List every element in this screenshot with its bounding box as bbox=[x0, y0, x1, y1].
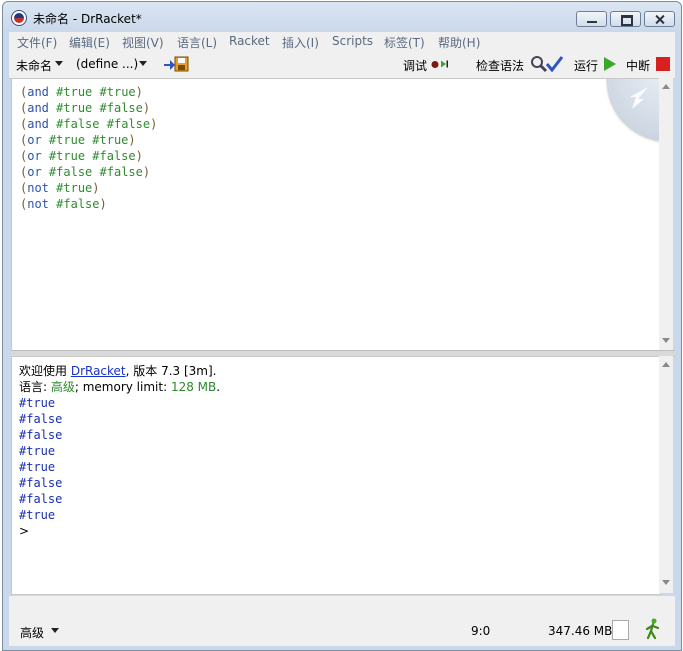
menu-bar: 文件(F) 编辑(E) 视图(V) 语言(L) Racket 插入(I) Scr… bbox=[9, 32, 675, 50]
result-line: #false bbox=[19, 412, 63, 426]
stop-icon[interactable] bbox=[654, 55, 672, 73]
status-bar: 高级 9:0 347.46 MB bbox=[9, 596, 675, 646]
arrow-icon bbox=[630, 87, 648, 109]
language-name: 高级 bbox=[50, 380, 75, 394]
code-line: (or #false #false) bbox=[20, 165, 151, 179]
menu-file[interactable]: 文件(F) bbox=[17, 34, 57, 51]
definitions-editor[interactable]: (and #true #true) (and #true #false) (an… bbox=[11, 78, 661, 352]
code-argument: #false bbox=[48, 165, 93, 179]
editor-scrollbar[interactable] bbox=[659, 78, 673, 350]
language-line: 语言: 高级; memory limit: 128 MB. bbox=[19, 380, 221, 394]
save-icon[interactable] bbox=[163, 56, 189, 72]
racket-logo-icon bbox=[11, 10, 27, 26]
code-argument: #false bbox=[106, 117, 151, 131]
scroll-up-icon[interactable] bbox=[662, 84, 670, 89]
result-line: #true bbox=[19, 396, 56, 410]
close-button[interactable] bbox=[644, 11, 675, 27]
menu-insert[interactable]: 插入(I) bbox=[282, 34, 319, 51]
run-button[interactable]: 运行 bbox=[574, 57, 598, 74]
play-icon[interactable] bbox=[601, 55, 619, 73]
interactions-pane[interactable]: 欢迎使用 DrRacket, 版本 7.3 [3m]. 语言: 高级; memo… bbox=[11, 356, 661, 595]
close-icon bbox=[645, 12, 674, 26]
check-syntax-button[interactable]: 检查语法 bbox=[476, 57, 524, 74]
menu-scripts[interactable]: Scripts bbox=[332, 34, 373, 48]
code-operator: not bbox=[27, 197, 49, 211]
scroll-down-icon[interactable] bbox=[662, 580, 670, 585]
code-argument: #false bbox=[99, 165, 143, 179]
result-line: #true bbox=[19, 460, 56, 474]
memory-limit-value: 128 MB bbox=[170, 380, 217, 394]
menu-help[interactable]: 帮助(H) bbox=[438, 34, 480, 51]
menu-edit[interactable]: 编辑(E) bbox=[69, 34, 110, 51]
result-line: #false bbox=[19, 428, 63, 442]
code-argument: #true bbox=[56, 181, 93, 195]
debug-icon[interactable] bbox=[431, 55, 449, 73]
code-operator: and bbox=[27, 101, 49, 115]
running-person-icon bbox=[645, 618, 660, 640]
menu-tabs[interactable]: 标签(T) bbox=[384, 34, 425, 51]
memory-usage[interactable]: 347.46 MB bbox=[548, 624, 612, 638]
minimize-button[interactable] bbox=[576, 11, 607, 27]
code-operator: and bbox=[27, 117, 49, 131]
gc-indicator bbox=[612, 620, 629, 640]
code-operator: or bbox=[27, 165, 42, 179]
code-operator: not bbox=[27, 181, 49, 195]
scroll-up-icon[interactable] bbox=[662, 362, 670, 367]
code-line: (or #true #false) bbox=[20, 149, 143, 163]
repl-prompt[interactable]: > bbox=[19, 523, 29, 539]
chevron-down-icon[interactable] bbox=[55, 61, 63, 66]
code-argument: #true bbox=[56, 101, 93, 115]
code-line: (and #false #false) bbox=[20, 117, 158, 131]
code-line: (or #true #true) bbox=[20, 133, 136, 147]
filename-menu[interactable]: 未命名 bbox=[16, 57, 52, 74]
code-operator: or bbox=[27, 133, 42, 147]
code-argument: #true bbox=[48, 149, 86, 163]
menu-language[interactable]: 语言(L) bbox=[177, 34, 217, 51]
result-line: #true bbox=[19, 444, 56, 458]
result-line: #false bbox=[19, 476, 63, 490]
drracket-link[interactable]: DrRacket bbox=[71, 364, 126, 378]
code-argument: #false bbox=[99, 101, 143, 115]
scroll-down-icon[interactable] bbox=[662, 338, 670, 343]
code-line: (and #true #true) bbox=[20, 85, 143, 99]
code-operator: or bbox=[27, 149, 42, 163]
repl-scrollbar[interactable] bbox=[659, 356, 673, 593]
title-bar[interactable]: 未命名 - DrRacket* bbox=[3, 2, 681, 32]
maximize-button[interactable] bbox=[610, 11, 641, 27]
maximize-icon bbox=[611, 12, 640, 26]
cursor-position: 9:0 bbox=[471, 624, 491, 638]
code-argument: #true bbox=[99, 85, 136, 99]
code-operator: and bbox=[27, 85, 49, 99]
code-line: (not #true) bbox=[20, 181, 100, 195]
window-title: 未命名 - DrRacket* bbox=[33, 12, 142, 26]
code-line: (and #true #false) bbox=[20, 101, 151, 115]
check-syntax-icon[interactable] bbox=[530, 55, 564, 73]
code-argument: #false bbox=[56, 197, 100, 211]
menu-racket[interactable]: Racket bbox=[229, 34, 270, 48]
code-argument: #true bbox=[48, 133, 86, 147]
code-argument: #false bbox=[56, 117, 100, 131]
code-argument: #false bbox=[92, 149, 136, 163]
code-argument: #true bbox=[56, 85, 93, 99]
chevron-down-icon[interactable] bbox=[139, 61, 147, 66]
code-argument: #true bbox=[92, 133, 129, 147]
drracket-window: 未命名 - DrRacket* 文件(F) 编辑(E) 视图(V) 语言(L) … bbox=[2, 1, 682, 651]
menu-view[interactable]: 视图(V) bbox=[122, 34, 164, 51]
language-selector[interactable]: 高级 bbox=[20, 624, 44, 641]
result-line: #true bbox=[19, 508, 56, 522]
toolbar: 未命名 (define ...) 调试 检查语法 运行 中断 bbox=[9, 50, 675, 79]
result-line: #false bbox=[19, 492, 63, 506]
debug-button[interactable]: 调试 bbox=[403, 57, 427, 74]
minimize-icon bbox=[577, 12, 606, 26]
stop-button[interactable]: 中断 bbox=[626, 57, 650, 74]
welcome-line: 欢迎使用 DrRacket, 版本 7.3 [3m]. bbox=[19, 364, 217, 378]
define-menu[interactable]: (define ...) bbox=[76, 57, 138, 71]
chevron-down-icon[interactable] bbox=[51, 628, 59, 633]
code-line: (not #false) bbox=[20, 197, 107, 211]
